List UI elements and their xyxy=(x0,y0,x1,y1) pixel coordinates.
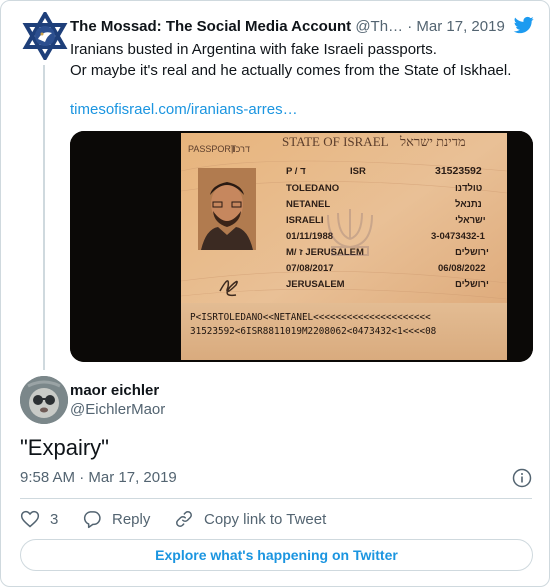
passport-surname: TOLEDANO xyxy=(286,183,339,194)
twitter-bird-icon[interactable] xyxy=(513,15,535,35)
parent-tweet-header: The Mossad: The Social Media Account @Th… xyxy=(70,17,510,37)
passport-type: P / ד xyxy=(286,166,306,177)
avatar[interactable] xyxy=(20,376,68,424)
reply-label: Reply xyxy=(112,510,151,528)
separator-dot: · xyxy=(79,469,85,486)
state-title-he: מדינת ישראל xyxy=(399,134,466,149)
reply-author-name[interactable]: maor eichler xyxy=(70,381,159,401)
passport-issue-date: 07/08/2017 xyxy=(286,263,334,274)
copy-link-label: Copy link to Tweet xyxy=(204,510,327,528)
divider xyxy=(20,498,532,499)
reply-time[interactable]: 9:58 AM xyxy=(20,469,75,486)
copy-link-button[interactable]: Copy link to Tweet xyxy=(174,509,344,529)
author-name[interactable]: The Mossad: The Social Media Account xyxy=(70,18,351,35)
separator-dot: · xyxy=(407,18,413,35)
reply-date[interactable]: Mar 17, 2019 xyxy=(88,469,176,486)
passport-authority-he: ירושלים xyxy=(455,279,489,290)
passport-expiry-date: 06/08/2022 xyxy=(438,263,486,274)
reply-button[interactable]: Reply xyxy=(82,509,174,529)
tweet-actions: 3 Reply Copy link to Tweet xyxy=(20,506,344,532)
passport-place-he: ירושלים xyxy=(455,247,489,258)
passport-nationality-he: ישראלי xyxy=(455,215,486,226)
passport-id-no: 3-0473432-1 xyxy=(431,231,486,242)
passport-dob: 01/11/1988 xyxy=(286,231,333,242)
passport-authority: JERUSALEM xyxy=(286,279,345,290)
mrz-line-1: P<ISRTOLEDANO<<NETANEL<<<<<<<<<<<<<<<<<<… xyxy=(190,312,431,323)
reply-tweet-text: "Expairy" xyxy=(20,435,109,460)
article-link[interactable]: timesofisrael.com/iranians-arres… xyxy=(70,99,298,120)
mrz-line-2: 31523592<6ISR8811019M2208062<0473432<1<<… xyxy=(190,326,436,337)
like-button[interactable]: 3 xyxy=(20,509,82,529)
reply-timestamp[interactable]: 9:58 AM · Mar 17, 2019 xyxy=(20,468,177,488)
thread-line xyxy=(43,65,45,370)
passport-photo[interactable]: PASSPORT דרכון STATE OF ISRAEL מדינת ישר… xyxy=(70,131,533,362)
mossad-logo-icon[interactable] xyxy=(20,11,70,61)
heart-icon xyxy=(20,510,40,528)
passport-number: 31523592 xyxy=(435,165,482,177)
passport-sex-place: M/ ז JERUSALEM xyxy=(286,247,364,258)
author-handle[interactable]: @Th… xyxy=(355,18,403,35)
passport-given-name: NETANEL xyxy=(286,199,330,210)
link-icon xyxy=(176,511,192,527)
tweet-text-line: Iranians busted in Argentina with fake I… xyxy=(70,41,437,58)
reply-author-handle[interactable]: @EichlerMaor xyxy=(70,400,165,420)
reply-icon xyxy=(83,511,101,529)
like-count: 3 xyxy=(50,510,59,528)
tweet-embed-card: The Mossad: The Social Media Account @Th… xyxy=(0,0,550,587)
passport-label: PASSPORT xyxy=(188,144,237,154)
passport-nationality: ISRAELI xyxy=(286,215,323,226)
tweet-text-line: Or maybe it's real and he actually comes… xyxy=(70,62,512,79)
info-icon[interactable] xyxy=(512,468,532,488)
state-title: STATE OF ISRAEL xyxy=(282,134,389,149)
passport-given-name-he: נתנאל xyxy=(455,199,482,210)
explore-button[interactable]: Explore what's happening on Twitter xyxy=(20,539,533,571)
passport-surname-he: טולדנו xyxy=(455,183,483,194)
parent-tweet-text: Iranians busted in Argentina with fake I… xyxy=(70,39,540,81)
passport-country: ISR xyxy=(350,166,366,177)
passport-label-he: דרכון xyxy=(231,144,250,154)
tweet-date[interactable]: Mar 17, 2019 xyxy=(416,18,504,35)
